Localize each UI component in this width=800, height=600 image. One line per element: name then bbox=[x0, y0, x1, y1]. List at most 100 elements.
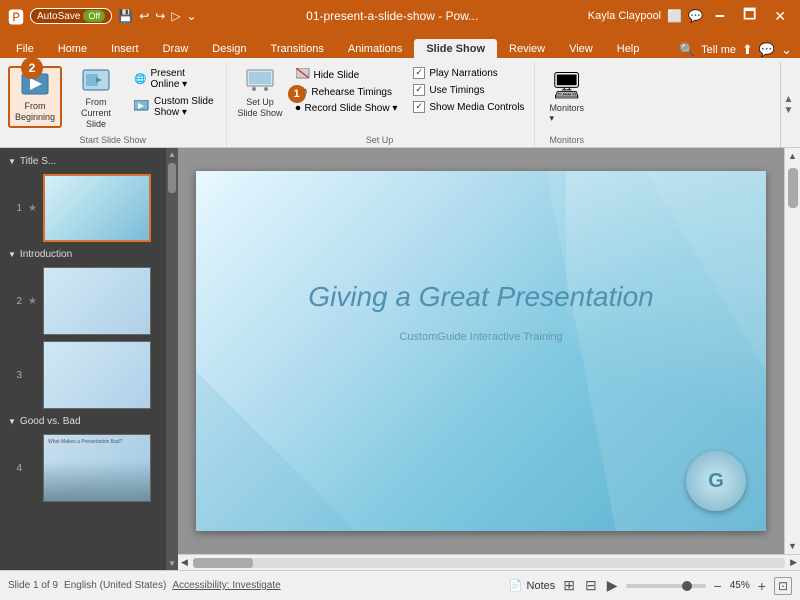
zoom-minus-btn[interactable]: − bbox=[712, 576, 724, 596]
tell-me-label[interactable]: Tell me bbox=[701, 44, 736, 56]
minimize-btn[interactable]: 🗕 bbox=[709, 4, 731, 28]
badge-1: 1 bbox=[288, 85, 306, 103]
slide-scrollbar-right[interactable]: ▲ ▼ bbox=[784, 148, 800, 554]
monitors-content: 🖥 Monitors▾ bbox=[541, 62, 592, 133]
zoom-slider[interactable] bbox=[626, 584, 706, 588]
title-bar-right: Kayla Claypool ⬜ 💬 🗕 🗖 ✕ bbox=[588, 4, 792, 28]
tab-design[interactable]: Design bbox=[200, 39, 258, 58]
ribbon-scroll[interactable]: ▲▼ bbox=[780, 62, 796, 147]
panel-scroll-up[interactable]: ▲ bbox=[168, 150, 176, 159]
present-online-button[interactable]: 🌐 PresentOnline ▾ bbox=[130, 66, 217, 92]
view-reading-btn[interactable]: ▶ bbox=[605, 575, 620, 596]
ribbon-group-start-slide-show: 2 FromBeginning bbox=[4, 62, 227, 147]
slide-item-4[interactable]: 4 ★ What Makes a Presentation Bad? bbox=[0, 431, 166, 505]
slide-thumb-text-2: What Do You Want ToKnow After Today'sPre… bbox=[44, 334, 120, 335]
maximize-btn[interactable]: 🗖 bbox=[737, 4, 762, 28]
tab-file[interactable]: File bbox=[4, 39, 46, 58]
language-info: English (United States) bbox=[64, 580, 166, 591]
from-current-slide-button[interactable]: FromCurrent Slide bbox=[66, 66, 126, 132]
slide-num-4: 4 bbox=[8, 463, 22, 474]
bottom-scroll-bar: ◀ ▶ bbox=[178, 554, 800, 570]
set-up-slide-show-button[interactable]: Set UpSlide Show bbox=[233, 66, 288, 122]
slide-thumb-1[interactable] bbox=[43, 174, 151, 242]
section-header-title[interactable]: ▼ Title S... bbox=[0, 152, 166, 171]
slide-thumb-2[interactable]: What Do You Want ToKnow After Today'sPre… bbox=[43, 267, 151, 335]
slide-thumb-4[interactable]: What Makes a Presentation Bad? bbox=[43, 434, 151, 502]
zoom-plus-btn[interactable]: + bbox=[756, 576, 768, 596]
present-online-icon: 🌐 bbox=[134, 74, 146, 85]
hscroll-track[interactable] bbox=[193, 558, 785, 568]
play-narrations-checkbox[interactable] bbox=[413, 67, 425, 79]
slide-star-4: ★ bbox=[28, 463, 37, 474]
redo-icon[interactable]: ↪ bbox=[155, 9, 165, 23]
from-beginning-button[interactable]: 2 FromBeginning bbox=[8, 66, 62, 128]
view-slide-sorter-btn[interactable]: ⊟ bbox=[583, 575, 599, 596]
panel-scroll-down[interactable]: ▼ bbox=[168, 559, 176, 568]
ribbon-collapse-icon[interactable]: ⌄ bbox=[781, 42, 792, 58]
scroll-up-arrow[interactable]: ▲ bbox=[788, 148, 797, 164]
tab-help[interactable]: Help bbox=[605, 39, 652, 58]
section-header-good-bad[interactable]: ▼ Good vs. Bad bbox=[0, 412, 166, 431]
scroll-down-arrow[interactable]: ▼ bbox=[788, 538, 797, 554]
hscroll-right-arrow[interactable]: ▶ bbox=[787, 557, 800, 568]
from-beginning-label: FromBeginning bbox=[15, 101, 55, 123]
customize-icon[interactable]: ⌄ bbox=[187, 9, 197, 23]
accessibility-info[interactable]: Accessibility: Investigate bbox=[172, 580, 280, 591]
monitors-label: Monitors▾ bbox=[549, 103, 584, 124]
tab-transitions[interactable]: Transitions bbox=[259, 39, 336, 58]
tab-review[interactable]: Review bbox=[497, 39, 557, 58]
section-header-intro[interactable]: ▼ Introduction bbox=[0, 245, 166, 264]
hide-slide-icon bbox=[296, 68, 310, 82]
undo-icon[interactable]: ↩ bbox=[139, 9, 149, 23]
save-icon[interactable]: 💾 bbox=[118, 9, 133, 23]
custom-slide-show-button[interactable]: Custom SlideShow ▾ bbox=[130, 94, 217, 120]
zoom-fit-btn[interactable]: ⊡ bbox=[774, 577, 792, 595]
tab-home[interactable]: Home bbox=[46, 39, 99, 58]
logo-text: G bbox=[708, 470, 724, 493]
record-icon: ⏺ bbox=[296, 103, 301, 114]
hscroll-left-arrow[interactable]: ◀ bbox=[178, 557, 191, 568]
slide-info: Slide 1 of 9 bbox=[8, 580, 58, 591]
slide-item-3[interactable]: 3 ★ What kind of presentationsare you gi… bbox=[0, 338, 166, 412]
play-narrations-check[interactable]: Play Narrations bbox=[411, 66, 526, 80]
custom-slide-show-label: Custom SlideShow ▾ bbox=[154, 96, 213, 118]
close-btn[interactable]: ✕ bbox=[768, 8, 792, 25]
comments-ribbon-icon[interactable]: 💬 bbox=[759, 42, 775, 58]
hscroll-thumb[interactable] bbox=[193, 558, 253, 568]
share-icon[interactable]: ⬜ bbox=[667, 9, 682, 23]
from-current-icon bbox=[82, 69, 110, 95]
slide-item-1[interactable]: 1 ★ bbox=[0, 171, 166, 245]
slide-panel-inner[interactable]: ▼ Title S... 1 ★ ▼ Introduction bbox=[0, 148, 166, 570]
tab-slide-show[interactable]: Slide Show bbox=[414, 39, 497, 58]
use-timings-checkbox[interactable] bbox=[413, 84, 425, 96]
show-media-controls-label: Show Media Controls bbox=[429, 102, 524, 113]
present-icon[interactable]: ▷ bbox=[171, 9, 180, 23]
notes-button[interactable]: 📄 Notes bbox=[509, 579, 555, 592]
show-media-controls-checkbox[interactable] bbox=[413, 101, 425, 113]
search-icon[interactable]: 🔍 bbox=[679, 42, 695, 58]
autosave-badge[interactable]: AutoSave Off bbox=[30, 8, 112, 24]
use-timings-check[interactable]: Use Timings bbox=[411, 83, 526, 97]
view-normal-btn[interactable]: ⊞ bbox=[561, 575, 577, 596]
scroll-thumb[interactable] bbox=[788, 168, 798, 208]
slide-thumb-3[interactable]: What kind of presentationsare you giving… bbox=[43, 341, 151, 409]
zoom-level[interactable]: 45% bbox=[730, 580, 750, 591]
slide-star-1: ★ bbox=[28, 203, 37, 214]
user-name: Kayla Claypool bbox=[588, 10, 661, 22]
show-media-controls-check[interactable]: Show Media Controls bbox=[411, 100, 526, 114]
tab-animations[interactable]: Animations bbox=[336, 39, 414, 58]
panel-scrollbar[interactable]: ▲ ▼ bbox=[166, 148, 178, 570]
rehearse-timings-button[interactable]: 1 ⏱ Rehearse Timings bbox=[292, 85, 402, 100]
record-slide-show-button[interactable]: ⏺ Record Slide Show ▾ bbox=[292, 101, 402, 116]
main-slide-title: Giving a Great Presentation bbox=[226, 281, 736, 313]
hide-slide-button[interactable]: Hide Slide bbox=[292, 66, 402, 84]
slide-item-2[interactable]: 2 ★ What Do You Want ToKnow After Today'… bbox=[0, 264, 166, 338]
comments-icon[interactable]: 💬 bbox=[688, 9, 703, 23]
slide-star-2: ★ bbox=[28, 296, 37, 307]
tab-insert[interactable]: Insert bbox=[99, 39, 151, 58]
status-left: Slide 1 of 9 English (United States) Acc… bbox=[8, 580, 501, 591]
monitors-button[interactable]: 🖥 Monitors▾ bbox=[541, 66, 592, 128]
tab-view[interactable]: View bbox=[557, 39, 605, 58]
share-ribbon-icon[interactable]: ⬆ bbox=[742, 42, 753, 58]
tab-draw[interactable]: Draw bbox=[151, 39, 201, 58]
